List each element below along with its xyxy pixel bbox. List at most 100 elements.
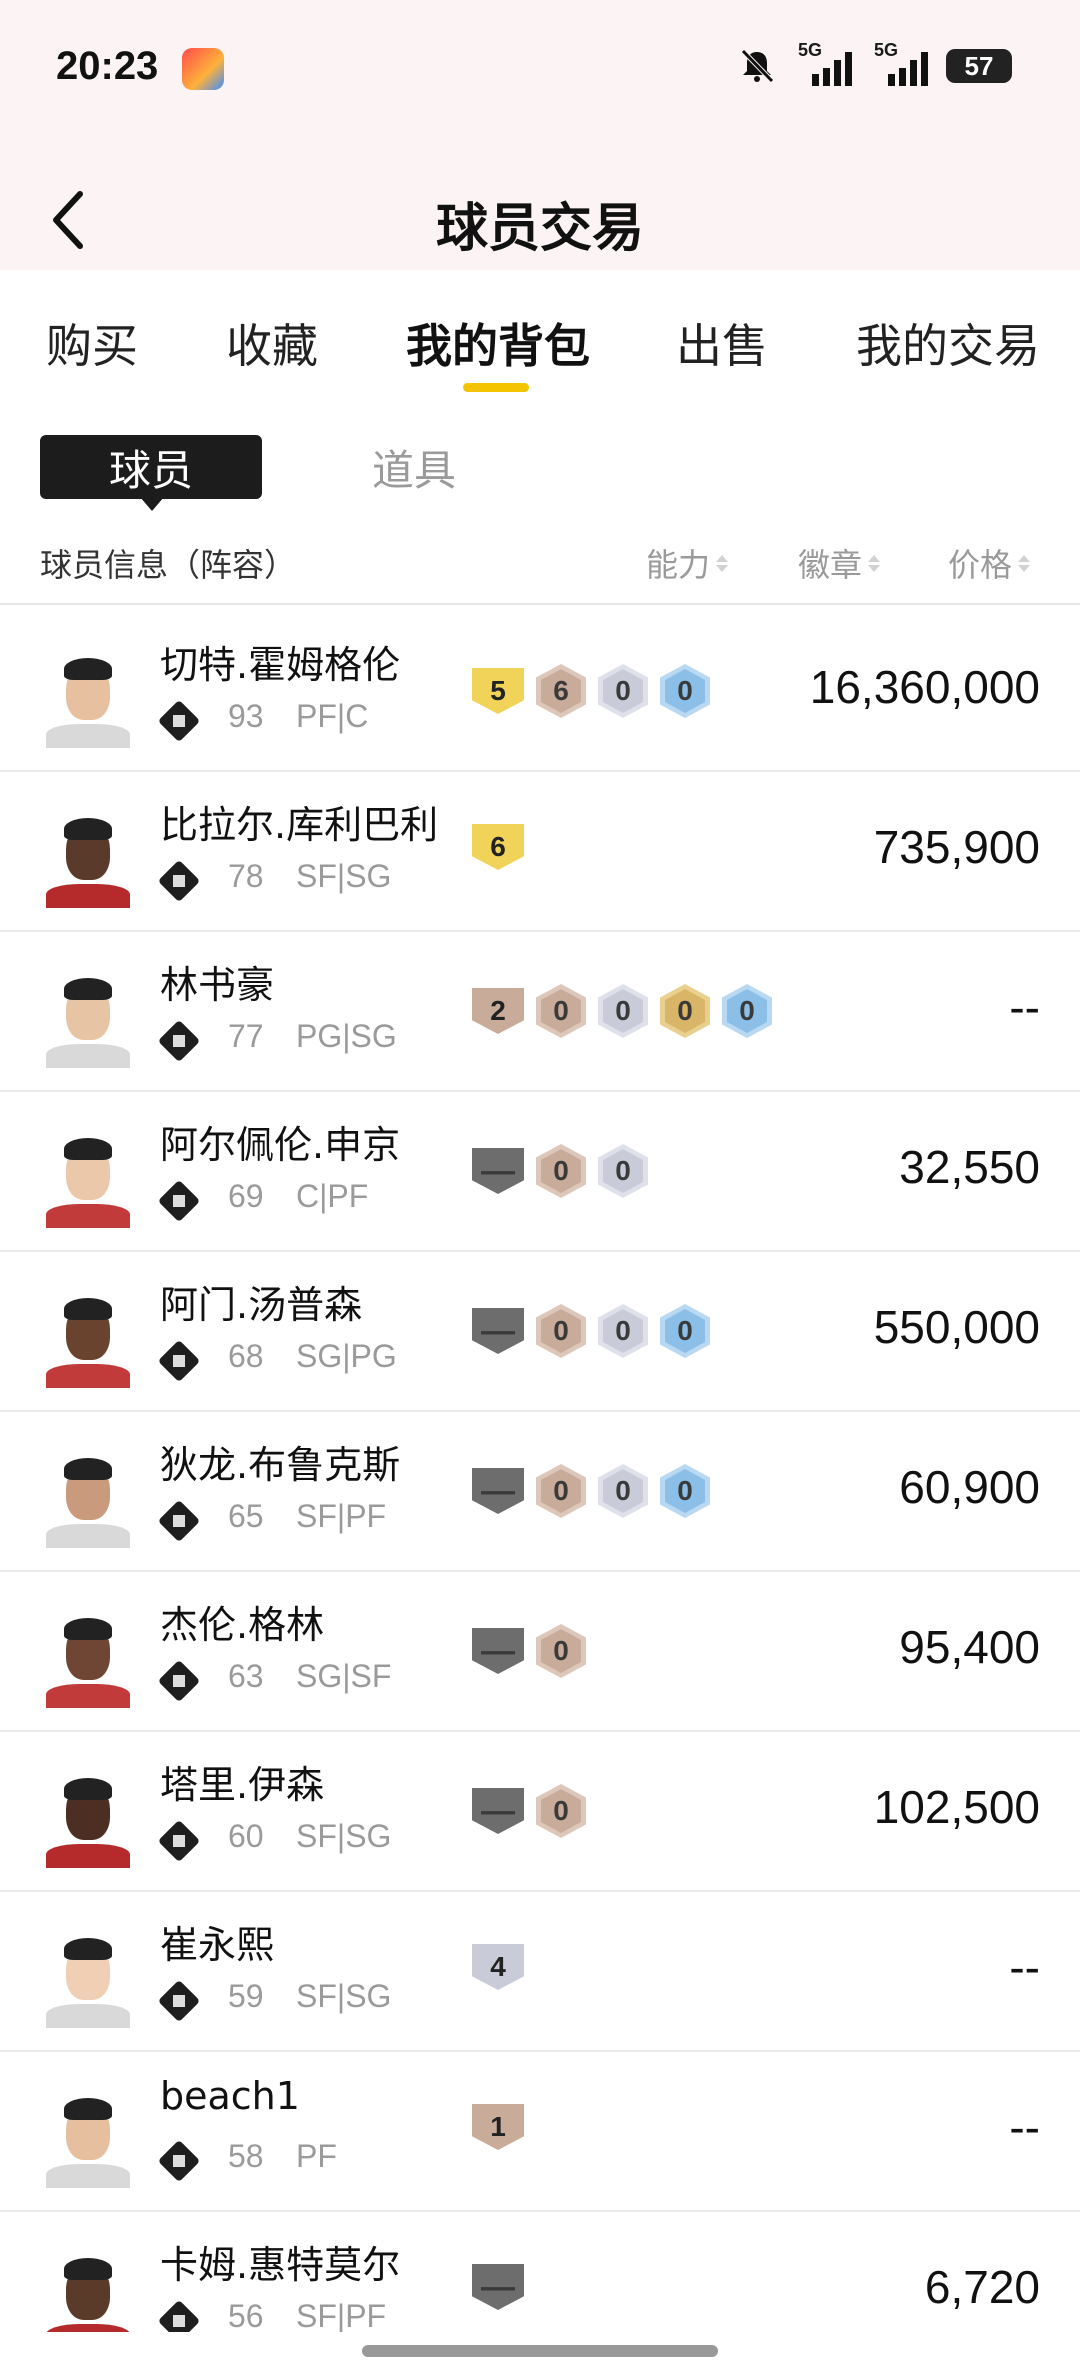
column-ability-label: 能力 [646, 546, 711, 584]
player-row[interactable]: 卡姆.惠特莫尔 56 SF|PF — 6,720 [0, 2212, 1080, 2332]
badge-group: — 0 0 0 [472, 1464, 710, 1518]
active-tab-indicator [463, 383, 529, 392]
tab-favorites[interactable]: 收藏 [226, 310, 318, 376]
signal-tier-icon [157, 1819, 201, 1863]
player-row[interactable]: 阿尔佩伦.申京 69 C|PF — 0 0 32,550 [0, 1092, 1080, 1252]
player-position: PF|C [296, 698, 369, 734]
badge-count: 0 [553, 1635, 569, 1666]
player-name: 阿门.汤普森 [160, 1283, 363, 1327]
ability-level-value: — [481, 1791, 515, 1830]
segment-control: 球员 道具 [40, 435, 1040, 515]
player-name: 林书豪 [160, 963, 275, 1007]
signal-tier-icon [157, 699, 201, 743]
player-ovr: 77 [228, 1018, 264, 1054]
player-position: SF|SG [296, 858, 392, 894]
player-price: -- [1009, 1941, 1040, 1993]
signal-5g-icon: 5G [798, 40, 852, 86]
ability-level-badge: — [472, 1628, 524, 1674]
tab-sell[interactable]: 出售 [676, 310, 768, 376]
player-name: 切特.霍姆格伦 [160, 643, 401, 687]
badge-silver-icon: 0 [598, 664, 648, 718]
player-price: -- [1009, 981, 1040, 1033]
player-row[interactable]: beach1 58 PF 1 -- [0, 2052, 1080, 2212]
ability-level-badge: — [472, 1788, 524, 1834]
segment-items[interactable]: 道具 [372, 435, 456, 499]
player-avatar [40, 800, 136, 908]
badge-group: 1 [472, 2104, 524, 2150]
badge-silver-icon: 0 [598, 1464, 648, 1518]
ability-level-badge: 1 [472, 2104, 524, 2150]
player-name: 比拉尔.库利巴利 [160, 803, 439, 847]
tab-my-trades[interactable]: 我的交易 [856, 310, 1040, 376]
badge-count: 0 [677, 995, 693, 1026]
sort-badge[interactable]: 徽章 [798, 540, 881, 586]
badge-count: 0 [677, 1475, 693, 1506]
tab-buy[interactable]: 购买 [46, 310, 138, 376]
column-header: 球员信息（阵容） 能力 徽章 价格 [0, 535, 1080, 605]
player-row[interactable]: 塔里.伊森 60 SF|SG —0 102,500 [0, 1732, 1080, 1892]
segment-players[interactable]: 球员 [40, 435, 262, 499]
player-row[interactable]: 切特.霍姆格伦 93 PF|C 5 6 0 0 16,360,000 [0, 612, 1080, 772]
signal-tier-icon [157, 1179, 201, 1223]
signal-tier-icon [157, 1499, 201, 1543]
ability-level-value: 5 [490, 675, 506, 706]
ability-level-value: 1 [490, 2111, 506, 2142]
badge-count: 0 [615, 1155, 631, 1186]
player-ovr: 63 [228, 1658, 264, 1694]
player-avatar [40, 640, 136, 748]
ability-level-badge: 6 [472, 824, 524, 870]
sort-ability[interactable]: 能力 [646, 540, 729, 586]
player-row[interactable]: 比拉尔.库利巴利 78 SF|SG 6 735,900 [0, 772, 1080, 932]
player-row[interactable]: 杰伦.格林 63 SG|SF —0 95,400 [0, 1572, 1080, 1732]
player-row[interactable]: 阿门.汤普森 68 SG|PG — 0 0 0 550,000 [0, 1252, 1080, 1412]
player-list: 切特.霍姆格伦 93 PF|C 5 6 0 0 16,360,000 比拉尔.库利巴利 78 SF|… [0, 612, 1080, 2332]
ability-level-value: 6 [490, 831, 506, 862]
ability-level-badge: — [472, 2264, 524, 2310]
player-ovr: 65 [228, 1498, 264, 1534]
ability-level-value: — [481, 1151, 515, 1190]
badge-count: 0 [615, 1315, 631, 1346]
column-badge-label: 徽章 [798, 546, 863, 584]
ability-level-value: 2 [490, 995, 506, 1026]
badge-count: 0 [677, 675, 693, 706]
badge-count: 0 [553, 1795, 569, 1826]
player-ovr: 59 [228, 1978, 264, 2014]
app-notification-icon [182, 48, 224, 90]
player-row[interactable]: 崔永熙 59 SF|SG 4 -- [0, 1892, 1080, 2052]
badge-bronze-icon: 0 [536, 1304, 586, 1358]
player-avatar [40, 960, 136, 1068]
badge-count: 0 [615, 1475, 631, 1506]
ability-level-badge: — [472, 1308, 524, 1354]
player-position: SF|PF [296, 2298, 387, 2332]
player-ovr: 56 [228, 2298, 264, 2332]
player-row[interactable]: 林书豪 77 PG|SG 2 0 0 0 0 -- [0, 932, 1080, 1092]
player-row[interactable]: 狄龙.布鲁克斯 65 SF|PF — 0 0 0 60,900 [0, 1412, 1080, 1572]
player-ovr: 93 [228, 698, 264, 734]
player-position: PG|SG [296, 1018, 397, 1054]
badge-bronze-icon: 6 [536, 664, 586, 718]
player-position: PF [296, 2138, 337, 2174]
sort-price[interactable]: 价格 [948, 540, 1031, 586]
player-price: 95,400 [899, 1621, 1040, 1673]
badge-bronze-icon: 0 [536, 984, 586, 1038]
ability-level-value: 4 [490, 1951, 506, 1982]
player-ovr: 58 [228, 2138, 264, 2174]
badge-group: 2 0 0 0 0 [472, 984, 772, 1038]
status-time: 20:23 [56, 44, 159, 88]
player-position: SF|PF [296, 1498, 387, 1534]
badge-group: —0 [472, 1784, 586, 1838]
tab-my-backpack[interactable]: 我的背包 [406, 310, 590, 376]
badge-blue-icon: 0 [660, 1304, 710, 1358]
badge-count: 6 [553, 675, 569, 706]
player-name: beach1 [160, 2074, 300, 2118]
signal-tier-icon [157, 1339, 201, 1383]
player-position: SF|SG [296, 1978, 392, 2014]
tab-bar: 购买 收藏 我的背包 出售 我的交易 [0, 300, 1080, 400]
player-price: 16,360,000 [809, 661, 1040, 713]
badge-silver-icon: 0 [598, 1144, 648, 1198]
player-avatar [40, 1760, 136, 1868]
player-price: 735,900 [873, 821, 1040, 873]
signal-tier-icon [157, 1659, 201, 1703]
badge-bronze-icon: 0 [536, 1784, 586, 1838]
home-indicator[interactable] [362, 2345, 718, 2357]
